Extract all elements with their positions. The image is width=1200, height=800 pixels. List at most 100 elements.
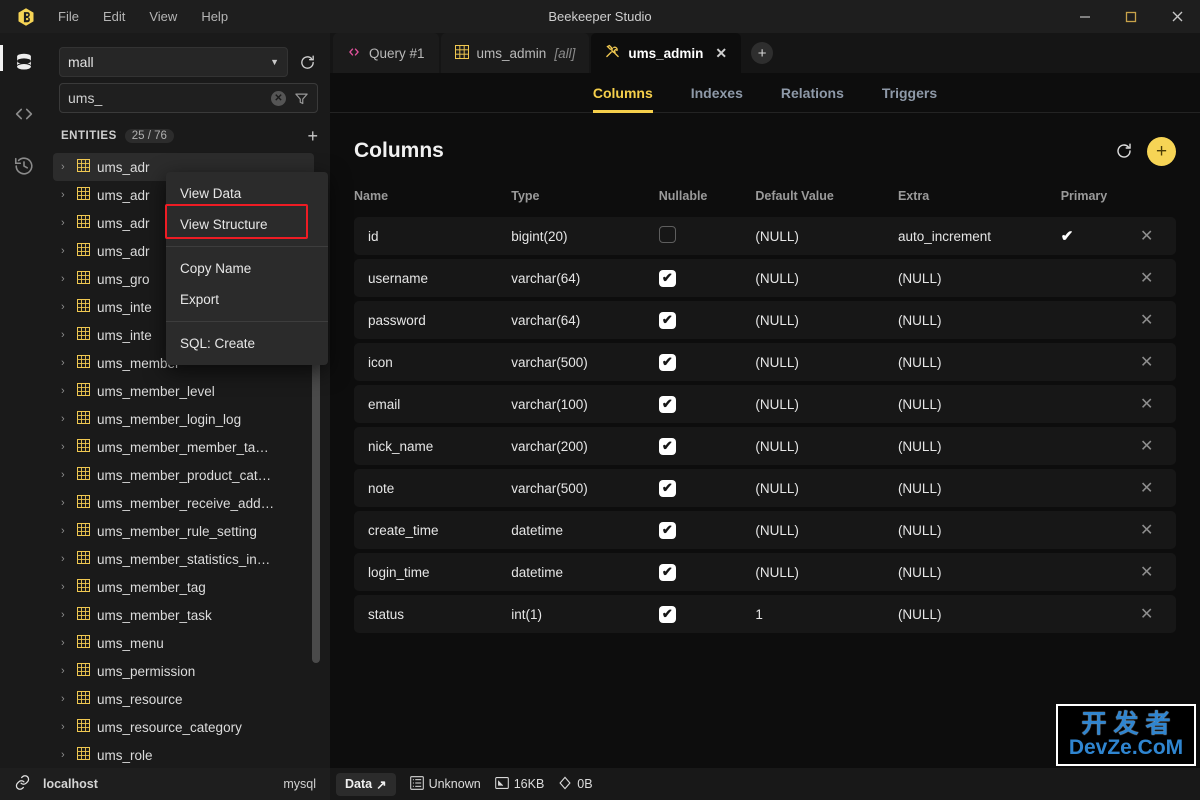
col-header-extra[interactable]: Extra bbox=[898, 183, 1061, 213]
list-item[interactable]: › ums_resource_category bbox=[53, 713, 314, 741]
tab-query-1[interactable]: Query #1 bbox=[333, 33, 439, 73]
nullable-checkbox[interactable]: ✔ bbox=[658, 395, 676, 413]
list-item[interactable]: › ums_member_login_log bbox=[53, 405, 314, 433]
delete-column-button[interactable]: ✕ bbox=[1140, 438, 1153, 455]
history-icon[interactable] bbox=[9, 151, 39, 181]
chevron-right-icon[interactable]: › bbox=[61, 749, 70, 761]
table-row[interactable]: create_time datetime ✔ (NULL) (NULL) ✕ bbox=[354, 511, 1176, 549]
maximize-button[interactable] bbox=[1108, 0, 1154, 33]
chevron-right-icon[interactable]: › bbox=[61, 189, 70, 201]
refresh-databases-icon[interactable] bbox=[296, 51, 318, 73]
col-header-type[interactable]: Type bbox=[511, 183, 659, 213]
nullable-checkbox[interactable]: ✔ bbox=[658, 605, 676, 623]
list-item[interactable]: › ums_member_statistics_in… bbox=[53, 545, 314, 573]
new-tab-button[interactable]: + bbox=[751, 42, 774, 64]
nullable-checkbox[interactable]: ✔ bbox=[658, 353, 676, 371]
context-menu-item-copy-name[interactable]: Copy Name bbox=[166, 253, 328, 284]
tab-ums-admin-structure[interactable]: ums_admin ✕ bbox=[591, 33, 742, 73]
table-row[interactable]: nick_name varchar(200) ✔ (NULL) (NULL) ✕ bbox=[354, 427, 1176, 465]
menu-edit[interactable]: Edit bbox=[93, 6, 135, 27]
chevron-right-icon[interactable]: › bbox=[61, 441, 70, 453]
menu-view[interactable]: View bbox=[139, 6, 187, 27]
database-select[interactable]: mall ▼ bbox=[59, 47, 288, 77]
chevron-right-icon[interactable]: › bbox=[61, 637, 70, 649]
minimize-button[interactable] bbox=[1062, 0, 1108, 33]
delete-column-button[interactable]: ✕ bbox=[1140, 354, 1153, 371]
list-item[interactable]: › ums_permission bbox=[53, 657, 314, 685]
context-menu-item-view-data[interactable]: View Data bbox=[166, 178, 328, 209]
chevron-right-icon[interactable]: › bbox=[61, 525, 70, 537]
delete-column-button[interactable]: ✕ bbox=[1140, 522, 1153, 539]
database-icon[interactable] bbox=[9, 47, 39, 77]
table-row[interactable]: note varchar(500) ✔ (NULL) (NULL) ✕ bbox=[354, 469, 1176, 507]
data-button[interactable]: Data ↗ bbox=[336, 772, 396, 796]
code-icon[interactable] bbox=[9, 99, 39, 129]
chevron-right-icon[interactable]: › bbox=[61, 413, 70, 425]
list-item[interactable]: › ums_member_member_ta… bbox=[53, 433, 314, 461]
table-row[interactable]: email varchar(100) ✔ (NULL) (NULL) ✕ bbox=[354, 385, 1176, 423]
delete-column-button[interactable]: ✕ bbox=[1140, 270, 1153, 287]
list-item[interactable]: › ums_menu bbox=[53, 629, 314, 657]
col-header-primary[interactable]: Primary bbox=[1061, 183, 1140, 213]
close-icon[interactable]: ✕ bbox=[715, 45, 727, 62]
chevron-right-icon[interactable]: › bbox=[61, 357, 70, 369]
list-item[interactable]: › ums_role bbox=[53, 741, 314, 768]
nullable-checkbox[interactable]: ✔ bbox=[658, 437, 676, 455]
list-item[interactable]: › ums_member_level bbox=[53, 377, 314, 405]
chevron-right-icon[interactable]: › bbox=[61, 497, 70, 509]
delete-column-button[interactable]: ✕ bbox=[1140, 480, 1153, 497]
sidebar-scrollbar-thumb[interactable] bbox=[312, 313, 320, 663]
menu-help[interactable]: Help bbox=[191, 6, 238, 27]
chevron-right-icon[interactable]: › bbox=[61, 245, 70, 257]
tab-triggers[interactable]: Triggers bbox=[882, 73, 937, 113]
list-item[interactable]: › ums_member_tag bbox=[53, 573, 314, 601]
context-menu-item-view-structure[interactable]: View Structure bbox=[166, 209, 328, 240]
chevron-right-icon[interactable]: › bbox=[61, 469, 70, 481]
close-icon[interactable]: ✕ bbox=[271, 90, 286, 106]
table-row[interactable]: id bigint(20) (NULL) auto_increment ✔ ✕ bbox=[354, 217, 1176, 255]
tab-indexes[interactable]: Indexes bbox=[691, 73, 743, 113]
nullable-checkbox[interactable]: ✔ bbox=[658, 269, 676, 287]
list-item[interactable]: › ums_member_rule_setting bbox=[53, 517, 314, 545]
nullable-checkbox[interactable]: ✔ bbox=[658, 479, 676, 497]
close-button[interactable] bbox=[1154, 0, 1200, 33]
nullable-checkbox[interactable]: ✔ bbox=[658, 311, 676, 329]
chevron-right-icon[interactable]: › bbox=[61, 301, 70, 313]
chevron-right-icon[interactable]: › bbox=[61, 273, 70, 285]
search-input[interactable]: ums_ ✕ bbox=[59, 83, 318, 113]
table-row[interactable]: icon varchar(500) ✔ (NULL) (NULL) ✕ bbox=[354, 343, 1176, 381]
nullable-checkbox[interactable] bbox=[658, 226, 676, 243]
context-menu-item-sql-create[interactable]: SQL: Create bbox=[166, 328, 328, 359]
nullable-checkbox[interactable]: ✔ bbox=[658, 521, 676, 539]
delete-column-button[interactable]: ✕ bbox=[1140, 312, 1153, 329]
context-menu[interactable]: View Data View Structure Copy Name Expor… bbox=[166, 172, 328, 365]
delete-column-button[interactable]: ✕ bbox=[1140, 396, 1153, 413]
list-item[interactable]: › ums_member_receive_add… bbox=[53, 489, 314, 517]
table-row[interactable]: login_time datetime ✔ (NULL) (NULL) ✕ bbox=[354, 553, 1176, 591]
menu-file[interactable]: File bbox=[48, 6, 89, 27]
chevron-right-icon[interactable]: › bbox=[61, 553, 70, 565]
chevron-right-icon[interactable]: › bbox=[61, 693, 70, 705]
list-item[interactable]: › ums_member_product_cat… bbox=[53, 461, 314, 489]
tab-columns[interactable]: Columns bbox=[592, 73, 653, 113]
chevron-right-icon[interactable]: › bbox=[61, 665, 70, 677]
chevron-right-icon[interactable]: › bbox=[61, 161, 70, 173]
delete-column-button[interactable]: ✕ bbox=[1140, 564, 1153, 581]
chevron-right-icon[interactable]: › bbox=[61, 329, 70, 341]
col-header-nullable[interactable]: Nullable bbox=[659, 183, 756, 213]
tab-ums-admin-data[interactable]: ums_admin [all] bbox=[440, 33, 590, 73]
add-column-button[interactable]: + bbox=[1147, 136, 1176, 166]
chevron-right-icon[interactable]: › bbox=[61, 217, 70, 229]
list-item[interactable]: › ums_member_task bbox=[53, 601, 314, 629]
nullable-checkbox[interactable]: ✔ bbox=[658, 563, 676, 581]
chevron-right-icon[interactable]: › bbox=[61, 609, 70, 621]
filter-icon[interactable] bbox=[294, 91, 309, 106]
delete-column-button[interactable]: ✕ bbox=[1140, 606, 1153, 623]
delete-column-button[interactable]: ✕ bbox=[1140, 228, 1153, 245]
col-header-default[interactable]: Default Value bbox=[755, 183, 898, 213]
refresh-icon[interactable] bbox=[1115, 142, 1133, 160]
table-row[interactable]: password varchar(64) ✔ (NULL) (NULL) ✕ bbox=[354, 301, 1176, 339]
table-row[interactable]: username varchar(64) ✔ (NULL) (NULL) ✕ bbox=[354, 259, 1176, 297]
add-entity-button[interactable]: + bbox=[307, 127, 318, 145]
chevron-right-icon[interactable]: › bbox=[61, 721, 70, 733]
